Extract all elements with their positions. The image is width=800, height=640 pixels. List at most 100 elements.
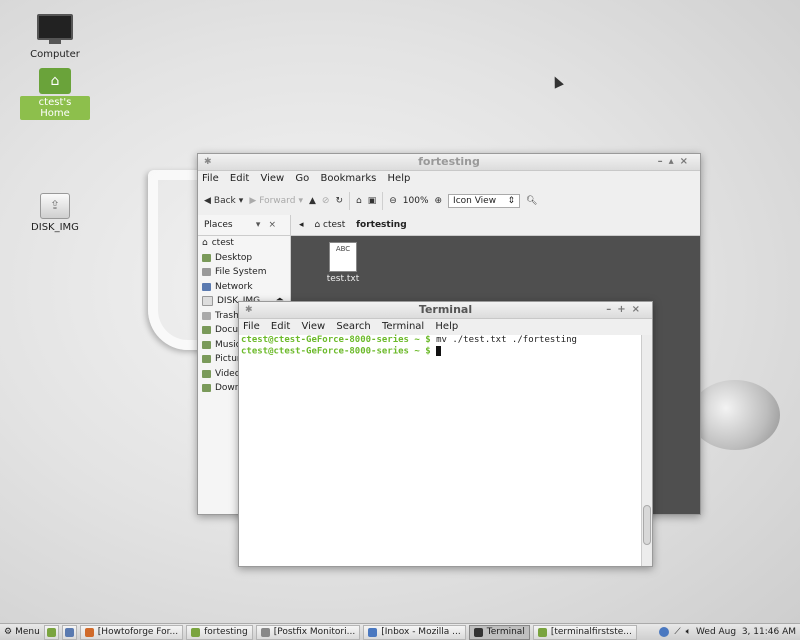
minimize-button[interactable]: – (658, 156, 669, 167)
music-folder-icon (202, 340, 211, 349)
terminal-window: ✱ Terminal –+× File Edit View Search Ter… (238, 301, 653, 567)
folder-icon (202, 326, 211, 335)
sidebar-item-label: ctest (211, 238, 234, 248)
zoom-out-icon: ⊖ (389, 196, 397, 206)
menu-go[interactable]: Go (295, 173, 309, 184)
menu-help[interactable]: Help (388, 173, 411, 184)
menu-edit[interactable]: Edit (271, 321, 290, 332)
zoom-in-button[interactable]: ⊕ (435, 196, 443, 206)
menu-view[interactable]: View (301, 321, 325, 332)
back-label: Back (213, 196, 236, 206)
folder-icon (537, 627, 547, 637)
task-inbox[interactable]: [Inbox - Mozilla ... (363, 624, 466, 640)
file-manager-launcher[interactable] (61, 624, 77, 640)
terminal-scrollbar[interactable] (641, 335, 652, 566)
terminal-menubar: File Edit View Search Terminal Help (239, 319, 652, 335)
maximize-button[interactable]: + (617, 304, 631, 315)
path-back-arrow-icon[interactable]: ◂ (299, 220, 304, 230)
window-menu-icon[interactable]: ✱ (204, 154, 212, 170)
menu-edit[interactable]: Edit (230, 173, 249, 184)
task-postfix[interactable]: [Postfix Monitori... (255, 624, 361, 640)
back-arrow-icon: ◀ (204, 196, 211, 206)
task-howtoforge[interactable]: [Howtoforge For... (79, 624, 184, 640)
sidebar-item-ctest[interactable]: ⌂ ctest (198, 236, 290, 251)
home-icon: ⌂ (314, 220, 321, 230)
network-icon (202, 282, 211, 291)
clock[interactable]: Wed Aug 3, 11:46 AM (696, 627, 796, 637)
reload-icon: ↻ (335, 196, 343, 206)
menu-view[interactable]: View (260, 173, 284, 184)
drive-icon (202, 296, 213, 307)
desktop-icon-home[interactable]: ⌂ ctest's Home (20, 68, 90, 120)
task-terminal[interactable]: Terminal (468, 624, 530, 640)
desktop-icon-computer[interactable]: Computer (20, 14, 90, 61)
show-desktop-button[interactable] (43, 624, 59, 640)
sidebar-item-label: Music (215, 339, 241, 350)
task-label: Terminal (486, 626, 525, 637)
scrollbar-thumb[interactable] (643, 505, 651, 545)
zoom-out-button[interactable]: ⊖ (389, 196, 397, 206)
close-button[interactable]: × (680, 156, 694, 167)
terminal-output[interactable]: ctest@ctest-GeForce-8000-series ~ $ mv .… (239, 335, 652, 566)
search-button[interactable]: 🔍︎ (526, 196, 537, 206)
menu-terminal[interactable]: Terminal (382, 321, 424, 332)
file-manager-titlebar[interactable]: ✱ fortesting –▴× (198, 154, 700, 171)
reload-button[interactable]: ↻ (335, 196, 343, 206)
sidebar-item-desktop[interactable]: Desktop (198, 251, 290, 266)
sidebar-item-label: Trash (215, 310, 239, 321)
file-name: test.txt (326, 274, 360, 284)
back-button[interactable]: ◀ Back ▾ (204, 196, 243, 206)
thunderbird-icon (368, 627, 378, 637)
minimize-button[interactable]: – (606, 304, 617, 315)
menu-label: Menu (15, 627, 40, 637)
task-label: [Postfix Monitori... (273, 626, 356, 637)
maximize-button[interactable]: ▴ (669, 156, 680, 167)
menu-file[interactable]: File (243, 321, 260, 332)
toolbar-separator (348, 192, 350, 210)
computer-button[interactable]: ▣ (368, 196, 377, 206)
volume-icon[interactable]: 🔈︎ (686, 627, 691, 637)
menu-search[interactable]: Search (336, 321, 370, 332)
computer-icon (37, 14, 73, 44)
home-button[interactable]: ⌂ (356, 196, 362, 206)
sidebar-item-network[interactable]: Network (198, 280, 290, 295)
places-header: Places ▾× (198, 215, 290, 236)
window-title: Terminal (418, 303, 473, 316)
close-button[interactable]: × (632, 304, 646, 315)
system-tray: ⟋ 🔈︎ Wed Aug 3, 11:46 AM (659, 627, 800, 637)
desktop-icon-disk-img[interactable]: ⇪ DISK_IMG (20, 193, 90, 234)
wallpaper-mint-badge (690, 380, 780, 450)
file-item[interactable]: ABC test.txt (321, 242, 365, 284)
update-manager-icon[interactable] (659, 627, 670, 637)
stop-button[interactable]: ⊘ (322, 196, 330, 206)
places-dropdown-icon[interactable]: ▾ (256, 220, 269, 230)
sidebar-item-file-system[interactable]: File System (198, 265, 290, 280)
show-desktop-icon (46, 627, 56, 637)
terminal-icon (473, 627, 483, 637)
start-menu-button[interactable]: ⚙ Menu (0, 627, 44, 637)
task-fortesting[interactable]: fortesting (186, 624, 253, 640)
menu-file[interactable]: File (202, 173, 219, 184)
forward-label: Forward (259, 196, 296, 206)
view-mode-select[interactable]: Icon View ⇕ (448, 194, 521, 208)
task-terminalfirststeps[interactable]: [terminalfirstste... (532, 624, 637, 640)
terminal-line: ctest@ctest-GeForce-8000-series ~ $ (241, 346, 650, 358)
videos-folder-icon (202, 369, 211, 378)
up-button[interactable]: ▲ (309, 196, 316, 206)
breadcrumb-ctest[interactable]: ⌂ ctest (314, 220, 345, 230)
view-mode-value: Icon View (453, 196, 497, 206)
up-arrow-icon: ▲ (308, 196, 316, 206)
close-sidebar-icon[interactable]: × (268, 220, 284, 230)
forward-button[interactable]: ▶ Forward ▾ (249, 196, 303, 206)
breadcrumb-fortesting[interactable]: fortesting (356, 220, 407, 230)
network-icon[interactable]: ⟋ (674, 627, 680, 637)
taskbar: ⚙ Menu [Howtoforge For... fortesting [Po… (0, 623, 800, 640)
terminal-titlebar[interactable]: ✱ Terminal –+× (239, 302, 652, 319)
window-menu-icon[interactable]: ✱ (245, 302, 253, 318)
menu-bookmarks[interactable]: Bookmarks (320, 173, 376, 184)
mouse-pointer-icon (550, 74, 564, 89)
text-cursor (436, 346, 442, 356)
menu-help[interactable]: Help (435, 321, 458, 332)
home-folder-icon: ⌂ (39, 68, 71, 94)
places-label: Places (204, 220, 233, 230)
